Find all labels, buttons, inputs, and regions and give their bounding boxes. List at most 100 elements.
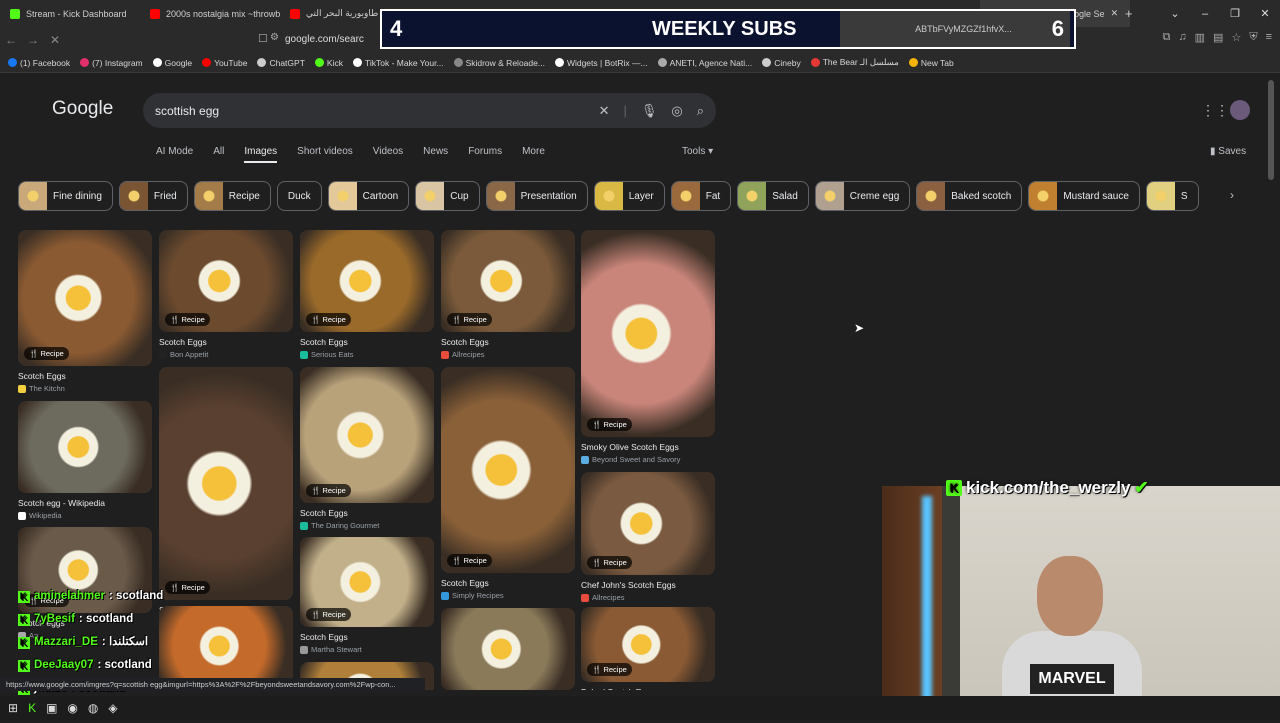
result-title[interactable]: Scotch Eggs	[441, 337, 575, 347]
refine-chip[interactable]: S	[1145, 181, 1199, 211]
result-thumbnail[interactable]: 🍴 Recipe	[441, 230, 575, 332]
image-result[interactable]: 🍴 Recipe Scotch Eggs The Kitchn	[18, 230, 152, 393]
filter-images[interactable]: Images	[244, 146, 278, 163]
bookmark-item[interactable]: YouTube	[202, 58, 247, 68]
search-icon[interactable]: ⌕	[697, 103, 704, 119]
result-source[interactable]: Wikipedia	[18, 511, 152, 520]
result-thumbnail[interactable]: 🍴 Recipe	[159, 230, 293, 332]
result-thumbnail[interactable]	[441, 608, 575, 690]
reload-icon[interactable]: ✕	[44, 33, 66, 47]
chevron-right-icon[interactable]: ›	[1230, 188, 1234, 202]
image-result[interactable]: Scotch egg - Wikipedia Wikipedia	[18, 401, 152, 520]
image-result[interactable]: 🍴 Recipe Scotch Eggs Bon Appetit	[159, 230, 293, 359]
image-result[interactable]: 🍴 Recipe Smoky Olive Scotch Eggs Beyond Sw…	[581, 230, 715, 464]
clear-icon[interactable]: ✕	[599, 103, 610, 119]
refine-chip[interactable]: Fat	[670, 181, 732, 211]
image-result[interactable]	[441, 608, 575, 690]
music-icon[interactable]: ♫	[1178, 31, 1186, 44]
tab-youtube-mix[interactable]: 2000s nostalgia mix ~throwb	[140, 0, 280, 27]
result-title[interactable]: Scotch Eggs	[441, 578, 575, 588]
bookmark-item[interactable]: Cineby	[762, 58, 801, 68]
bookmark-item[interactable]: The Bear مسلسل الـ	[810, 57, 899, 68]
result-title[interactable]: Scotch egg - Wikipedia	[18, 498, 152, 508]
result-source[interactable]: Bon Appetit	[159, 350, 293, 359]
result-thumbnail[interactable]: 🍴 Recipe	[581, 230, 715, 437]
microphone-icon[interactable]: 🎙	[641, 103, 658, 119]
refine-chip[interactable]: Baked scotch	[916, 181, 1023, 211]
result-thumbnail[interactable]: 🍴 Recipe	[581, 472, 715, 575]
result-source[interactable]: Serious Eats	[300, 350, 434, 359]
refine-chip[interactable]: Cartoon	[327, 181, 410, 211]
maximize-icon[interactable]: ❐	[1220, 7, 1250, 20]
result-title[interactable]: Scotch Eggs	[159, 337, 293, 347]
result-source[interactable]: Simply Recipes	[441, 591, 575, 600]
tab-kick-dashboard[interactable]: Stream - Kick Dashboard	[0, 0, 140, 27]
star-icon[interactable]: ☆	[1231, 31, 1241, 44]
site-info-icon[interactable]: ⚙	[270, 32, 279, 43]
bookmark-item[interactable]: Skidrow & Reloade...	[453, 58, 545, 68]
bookmark-item[interactable]: Kick	[314, 58, 343, 68]
app-icon[interactable]: ◈	[108, 701, 117, 715]
result-title[interactable]: Scotch Eggs	[300, 508, 434, 518]
bookmark-item[interactable]: (7) Instagram	[80, 58, 143, 68]
filter-ai-mode[interactable]: AI Mode	[156, 146, 193, 163]
tools-button[interactable]: Tools ▾	[682, 146, 713, 157]
url-text[interactable]: google.com/searc	[285, 31, 385, 49]
filter-short-videos[interactable]: Short videos	[297, 146, 353, 163]
image-result[interactable]: 🍴 Recipe Scotch Eggs Serious Eats	[300, 230, 434, 359]
browser-icon[interactable]: ◉	[67, 701, 77, 715]
result-thumbnail[interactable]: 🍴 Recipe	[300, 367, 434, 503]
close-icon[interactable]: ✕	[1250, 7, 1280, 20]
result-title[interactable]: Chef John's Scotch Eggs	[581, 580, 715, 590]
image-result[interactable]: 🍴 Recipe Scotch Eggs Simply Recipes	[441, 367, 575, 600]
refine-chip[interactable]: Cup	[415, 181, 480, 211]
filter-news[interactable]: News	[423, 146, 448, 163]
result-source[interactable]: Allrecipes	[581, 593, 715, 602]
result-thumbnail[interactable]: 🍴 Recipe	[441, 367, 575, 573]
bookmark-item[interactable]: New Tab	[908, 58, 954, 68]
result-title[interactable]: Smoky Olive Scotch Eggs	[581, 442, 715, 452]
new-tab-button[interactable]: +	[1125, 6, 1133, 21]
filter-forums[interactable]: Forums	[468, 146, 502, 163]
result-source[interactable]: Allrecipes	[441, 350, 575, 359]
result-thumbnail[interactable]	[18, 401, 152, 493]
filter-videos[interactable]: Videos	[373, 146, 403, 163]
result-title[interactable]: Scotch Eggs	[18, 371, 152, 381]
refine-chip[interactable]: Mustard sauce	[1028, 181, 1140, 211]
result-source[interactable]: The Daring Gourmet	[300, 521, 434, 530]
back-icon[interactable]: ←	[0, 33, 22, 47]
refine-chip[interactable]: Recipe	[193, 181, 271, 211]
result-thumbnail[interactable]: 🍴 Recipe	[18, 230, 152, 366]
wallet-icon[interactable]: ▤	[1213, 31, 1223, 44]
windows-start-icon[interactable]: ⊞	[8, 701, 18, 715]
result-thumbnail[interactable]: 🍴 Recipe	[581, 607, 715, 682]
bookmark-item[interactable]: Widgets | BotRix —...	[554, 58, 648, 68]
result-thumbnail[interactable]: 🍴 Recipe	[159, 367, 293, 600]
folder-icon[interactable]: ▣	[46, 701, 57, 715]
extension-icon[interactable]: ⧉	[1163, 31, 1171, 44]
bookmark-icon[interactable]: ☐	[258, 32, 268, 45]
refine-chip[interactable]: Fine dining	[18, 181, 113, 211]
search-input[interactable]	[155, 103, 599, 118]
filter-all[interactable]: All	[213, 146, 224, 163]
refine-chip[interactable]: Duck	[276, 181, 322, 211]
image-result[interactable]: 🍴 Recipe Scotch Eggs Allrecipes	[441, 230, 575, 359]
result-thumbnail[interactable]: 🍴 Recipe	[300, 230, 434, 332]
saves-button[interactable]: ▮ Saves	[1210, 146, 1246, 157]
bookmark-item[interactable]: TikTok - Make Your...	[352, 58, 444, 68]
refine-chip[interactable]: Layer	[593, 181, 665, 211]
avatar[interactable]	[1230, 100, 1250, 120]
google-logo[interactable]: Google	[52, 98, 113, 120]
minimize-icon[interactable]: –	[1190, 8, 1220, 20]
search-box[interactable]: ✕ | 🎙 ◎ ⌕	[143, 93, 716, 128]
bookmark-item[interactable]: ANETI, Agence Nati...	[657, 58, 752, 68]
refine-chip[interactable]: Fried	[118, 181, 188, 211]
bookmark-item[interactable]: (1) Facebook	[8, 58, 70, 68]
result-title[interactable]: Baked Scotch Eggs	[581, 687, 715, 690]
bookmark-item[interactable]: Google	[152, 58, 192, 68]
refine-chip[interactable]: Creme egg	[814, 181, 911, 211]
close-tab-icon[interactable]: ✕	[1111, 8, 1119, 19]
result-source[interactable]: The Kitchn	[18, 384, 152, 393]
refine-chip[interactable]: Salad	[737, 181, 809, 211]
page-scrollbar[interactable]	[1268, 80, 1274, 180]
